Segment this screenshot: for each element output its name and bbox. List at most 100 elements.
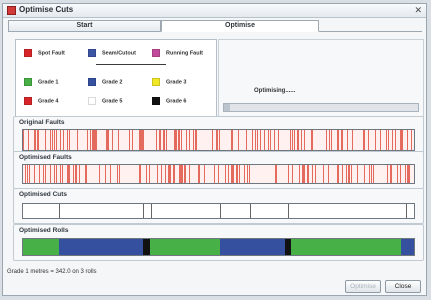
section-title: Optimised Faults xyxy=(19,154,72,161)
fault-mark xyxy=(292,130,293,150)
fault-mark xyxy=(146,165,147,183)
cut-line xyxy=(406,204,407,218)
fault-mark xyxy=(405,165,406,183)
fault-mark xyxy=(139,165,140,183)
fault-mark xyxy=(169,165,170,183)
fault-mark xyxy=(225,165,226,183)
window-title: Optimise Cuts xyxy=(19,5,74,14)
fault-mark xyxy=(149,165,150,183)
fault-mark xyxy=(105,165,106,183)
fault-mark xyxy=(68,165,69,183)
fault-mark xyxy=(106,130,107,150)
optimise-button[interactable]: Optimise xyxy=(345,280,381,293)
roll-segment xyxy=(291,239,401,255)
fault-mark xyxy=(255,130,256,150)
fault-mark xyxy=(395,130,396,150)
fault-mark xyxy=(373,165,374,183)
fault-mark xyxy=(371,165,372,183)
fault-mark xyxy=(25,165,26,183)
fault-mark xyxy=(156,130,157,150)
fault-mark xyxy=(45,130,46,150)
fault-mark xyxy=(218,165,219,183)
tab-strip: Start Optimise xyxy=(8,20,422,32)
tab-optimise[interactable]: Optimise xyxy=(161,20,319,32)
fault-mark xyxy=(375,130,376,150)
fault-mark xyxy=(312,165,313,183)
cut-line xyxy=(151,204,152,218)
fault-mark xyxy=(99,165,100,183)
fault-mark xyxy=(212,130,213,150)
legend-swatch xyxy=(152,97,160,105)
tab-start[interactable]: Start xyxy=(8,20,161,32)
status-bar: Grade 1 metres = 342.0 on 3 rolls xyxy=(7,269,97,275)
fault-mark xyxy=(257,130,258,150)
fault-mark xyxy=(387,165,388,183)
close-button[interactable]: Close xyxy=(385,280,421,293)
fault-mark xyxy=(312,130,313,150)
fault-mark xyxy=(329,130,330,150)
fault-mark xyxy=(199,165,200,183)
fault-mark xyxy=(193,130,194,150)
fault-mark xyxy=(275,165,276,183)
fault-mark xyxy=(189,130,190,150)
fault-mark xyxy=(43,165,44,183)
legend-swatch xyxy=(24,49,32,57)
roll-segment xyxy=(401,239,414,255)
fault-mark xyxy=(352,130,353,150)
fault-mark xyxy=(386,130,387,150)
fault-mark xyxy=(400,165,401,183)
fault-mark xyxy=(93,130,94,150)
fault-mark xyxy=(50,165,51,183)
fault-mark xyxy=(331,130,332,150)
fault-mark xyxy=(181,130,182,150)
fault-mark xyxy=(347,130,348,150)
optimising-status: Optimising...... xyxy=(254,88,296,94)
fault-mark xyxy=(311,130,312,150)
progress-bar xyxy=(223,103,419,112)
fault-mark xyxy=(407,130,408,150)
roll-segment xyxy=(252,239,285,255)
legend-divider xyxy=(96,64,166,65)
fault-mark xyxy=(288,165,289,183)
cut-line xyxy=(288,204,289,218)
legend-swatch xyxy=(88,49,96,57)
optimised-cuts-strip xyxy=(22,203,415,219)
fault-mark xyxy=(400,130,401,150)
fault-mark xyxy=(380,130,381,150)
fault-mark xyxy=(364,165,365,183)
fault-mark xyxy=(237,165,238,183)
legend-item: Grade 1 xyxy=(24,78,58,86)
optimised-faults-section: Optimised Faults xyxy=(13,151,424,189)
fault-mark xyxy=(118,130,119,150)
roll-segment xyxy=(23,239,59,255)
fault-mark xyxy=(87,130,88,150)
fault-mark xyxy=(107,130,108,150)
title-bar: Optimise Cuts ✕ xyxy=(3,4,426,18)
fault-mark xyxy=(217,130,218,150)
fault-mark xyxy=(337,165,338,183)
fault-mark xyxy=(186,130,187,150)
fault-mark xyxy=(341,130,342,150)
fault-mark xyxy=(86,165,87,183)
cut-line xyxy=(250,204,251,218)
fault-mark xyxy=(50,130,51,150)
fault-mark xyxy=(338,165,339,183)
fault-mark xyxy=(195,130,196,150)
legend-item: Grade 3 xyxy=(152,78,186,86)
fault-mark xyxy=(175,130,176,150)
fault-mark xyxy=(166,130,167,150)
fault-mark xyxy=(264,130,265,150)
fault-mark xyxy=(292,165,293,183)
fault-mark xyxy=(249,165,250,183)
fault-mark xyxy=(338,130,339,150)
cut-line xyxy=(143,204,144,218)
close-window-icon[interactable]: ✕ xyxy=(414,5,422,16)
fault-mark xyxy=(141,130,142,150)
fault-mark xyxy=(96,130,97,150)
section-title: Optimised Cuts xyxy=(19,191,68,198)
fault-mark xyxy=(270,130,271,150)
fault-mark xyxy=(34,165,35,183)
fault-mark xyxy=(231,165,232,183)
fault-mark xyxy=(407,165,408,183)
fault-mark xyxy=(161,165,162,183)
